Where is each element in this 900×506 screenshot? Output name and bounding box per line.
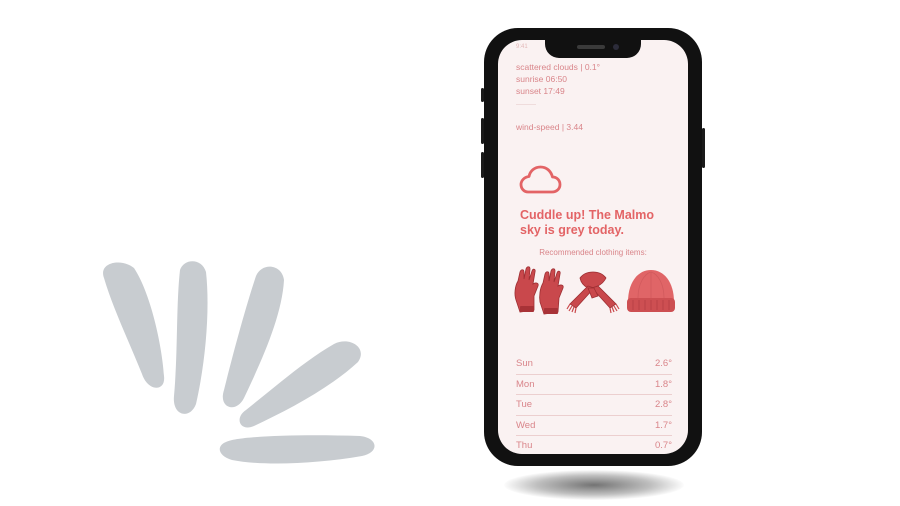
forecast-row-wed: Wed 1.7° xyxy=(516,416,672,436)
forecast-row-thu: Thu 0.7° xyxy=(516,436,672,454)
gloves-icon xyxy=(514,266,564,315)
info-divider xyxy=(516,104,536,105)
silent-switch xyxy=(481,88,484,102)
recommended-label: Recommended clothing items: xyxy=(539,248,647,257)
scarf-icon xyxy=(566,271,620,314)
cloud-icon xyxy=(519,165,562,194)
forecast-day: Tue xyxy=(516,399,533,411)
forecast-row-tue: Tue 2.8° xyxy=(516,395,672,416)
weather-description: scattered clouds | 0.1° xyxy=(516,62,601,72)
notch xyxy=(545,40,641,58)
forecast-temp: 0.7° xyxy=(654,440,672,452)
forecast-day: Wed xyxy=(516,419,536,431)
sunset-time: sunset 17:49 xyxy=(516,86,565,96)
front-camera xyxy=(613,44,619,50)
forecast-list: Sun 2.6° Mon 1.8° Tue 2.8° Wed 1.7° Thu … xyxy=(516,354,672,454)
beanie-icon xyxy=(627,270,675,312)
sunrise-time: sunrise 06:50 xyxy=(516,74,568,84)
phone-frame: 9:41 scattered clouds | 0.1° sunrise 06:… xyxy=(481,28,705,466)
forecast-temp: 2.6° xyxy=(654,358,672,370)
volume-up-button xyxy=(481,118,484,144)
volume-down-button xyxy=(481,152,484,178)
weather-headline: Cuddle up! The Malmo sky is grey today. xyxy=(520,208,655,237)
forecast-day: Mon xyxy=(516,378,535,390)
speaker xyxy=(577,45,605,49)
forecast-temp: 2.8° xyxy=(654,399,672,411)
decorative-brush-strokes xyxy=(103,261,375,464)
forecast-day: Thu xyxy=(516,440,533,452)
forecast-day: Sun xyxy=(516,358,533,370)
status-bar-time: 9:41 xyxy=(516,44,528,50)
forecast-temp: 1.7° xyxy=(654,419,672,431)
phone-shadow xyxy=(504,470,684,500)
app-screen: 9:41 scattered clouds | 0.1° sunrise 06:… xyxy=(498,40,688,454)
forecast-temp: 1.8° xyxy=(654,378,672,390)
forecast-row-sun: Sun 2.6° xyxy=(516,354,672,375)
power-button xyxy=(702,128,705,168)
wind-speed: wind-speed | 3.44 xyxy=(516,122,583,132)
forecast-row-mon: Mon 1.8° xyxy=(516,375,672,395)
